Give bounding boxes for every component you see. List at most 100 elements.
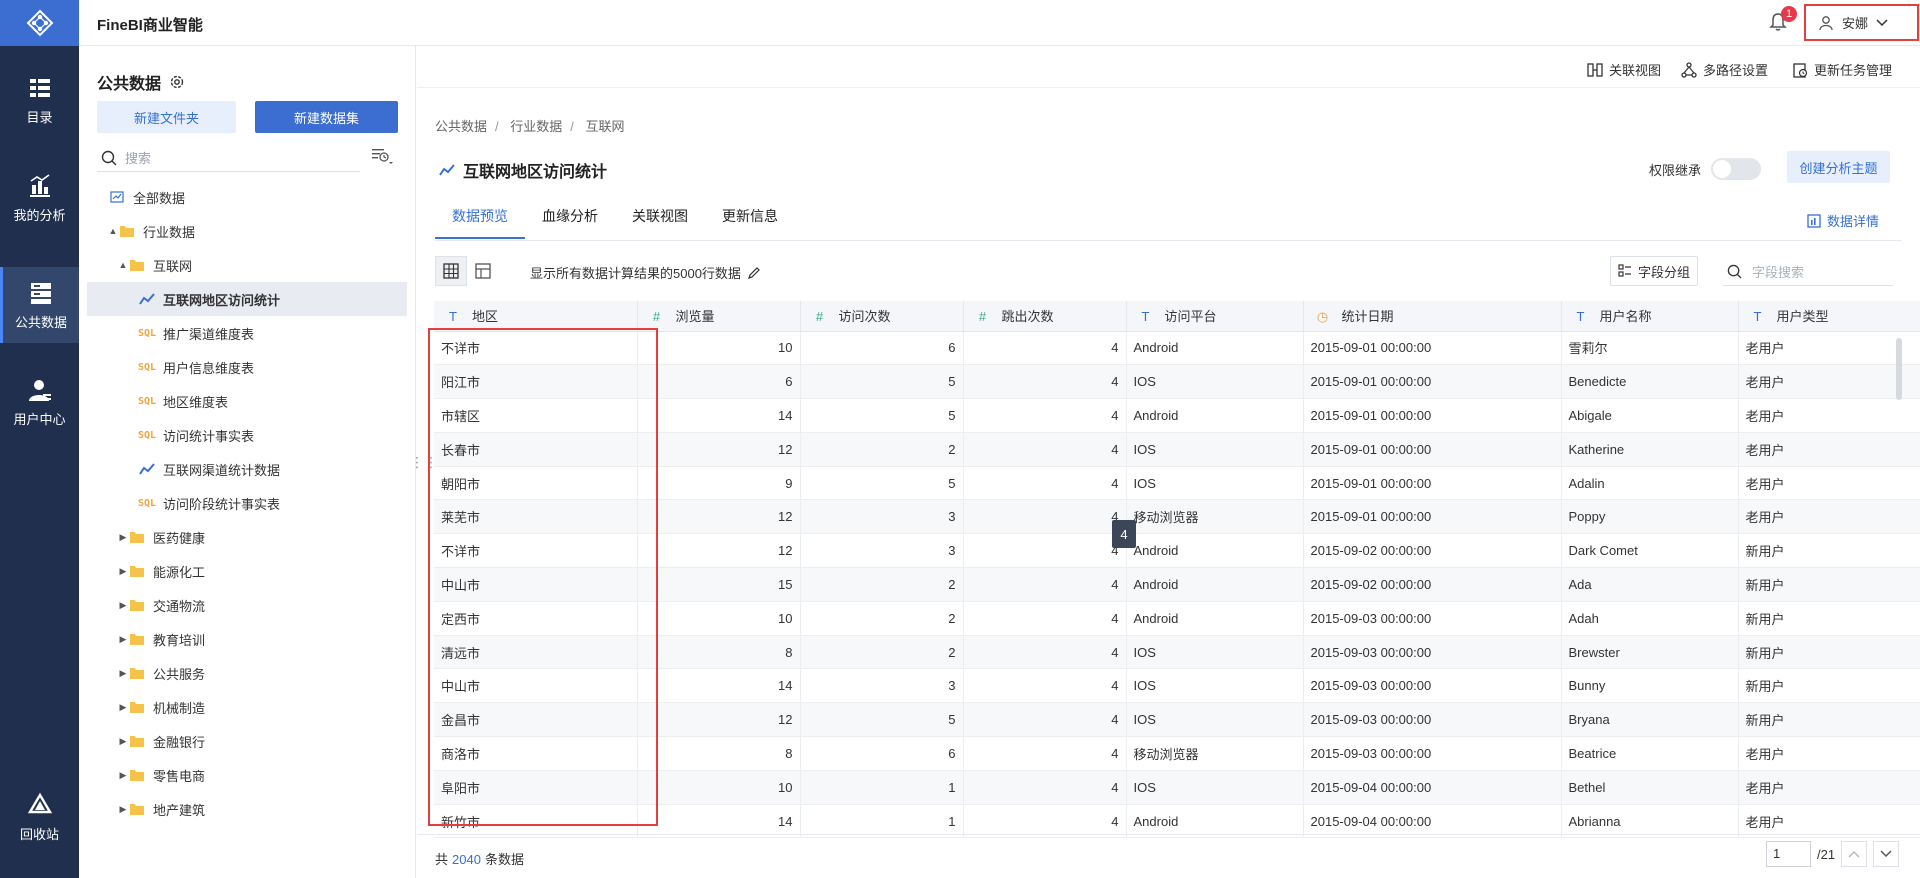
next-page-button[interactable]	[1873, 841, 1900, 867]
new-folder-button[interactable]: 新建文件夹	[97, 101, 236, 133]
table-cell[interactable]: 中山市	[434, 567, 638, 602]
table-cell[interactable]: 莱芜市	[434, 499, 638, 535]
permission-toggle[interactable]	[1711, 158, 1762, 180]
table-cell[interactable]: 2015-09-03 00:00:00	[1303, 668, 1562, 704]
table-cell[interactable]: 朝阳市	[434, 466, 638, 501]
table-row[interactable]: 中山市 15 2 4 Android 2015-09-02 00:00:00 Ada 新用户	[434, 567, 1920, 602]
notification-button[interactable]: 1	[1769, 6, 1797, 34]
table-cell[interactable]: Android	[1126, 601, 1304, 636]
table-cell[interactable]: Ada	[1561, 567, 1739, 602]
data-detail-button[interactable]: 数据详情	[1807, 211, 1879, 230]
prev-page-button[interactable]	[1841, 841, 1868, 867]
table-row[interactable]: 市辖区 14 5 4 Android 2015-09-01 00:00:00 Abigale…	[434, 398, 1920, 433]
tree-node[interactable]: ▶ 交通物流	[87, 588, 407, 622]
table-cell[interactable]: 金昌市	[434, 702, 638, 738]
table-cell[interactable]: 12	[637, 533, 801, 569]
table-cell[interactable]: 2015-09-03 00:00:00	[1303, 736, 1562, 771]
edit-icon[interactable]	[747, 266, 761, 280]
table-cell[interactable]: 4	[963, 804, 1127, 839]
table-cell[interactable]: Brewster	[1561, 635, 1739, 670]
caret-icon[interactable]: ▶	[117, 702, 129, 713]
caret-icon[interactable]: ▲	[117, 260, 129, 270]
table-cell[interactable]: 阜阳市	[434, 770, 638, 805]
table-cell[interactable]: IOS	[1126, 432, 1304, 467]
relation-view-button[interactable]: 关联视图	[1587, 60, 1661, 79]
table-row[interactable]: 朝阳市 9 5 4 IOS 2015-09-01 00:00:00 Adalin 老用户	[434, 466, 1920, 501]
tree-node[interactable]: SQL 地区维度表	[87, 384, 407, 418]
caret-icon[interactable]: ▲	[107, 226, 119, 236]
table-row[interactable]: 阳江市 6 5 4 IOS 2015-09-01 00:00:00 Benedicte 老用户	[434, 364, 1920, 400]
table-cell[interactable]: 5	[800, 364, 964, 400]
nav-item-user-center[interactable]: 用户中心	[0, 364, 79, 440]
user-menu[interactable]: 安娜	[1804, 4, 1919, 41]
table-cell[interactable]: IOS	[1126, 770, 1304, 805]
table-cell[interactable]: 老用户	[1738, 466, 1920, 501]
nav-item-recycle[interactable]: 回收站	[0, 779, 79, 855]
table-cell[interactable]: Adah	[1561, 601, 1739, 636]
table-cell[interactable]: 新用户	[1738, 702, 1920, 738]
nav-item-public-data[interactable]: 公共数据	[0, 267, 79, 343]
table-row[interactable]: 金昌市 12 5 4 IOS 2015-09-03 00:00:00 Bryana 新用户	[434, 702, 1920, 738]
table-cell[interactable]: 4	[963, 668, 1127, 704]
table-cell[interactable]: Android	[1126, 331, 1304, 366]
tree-node[interactable]: ▶ 机械制造	[87, 690, 407, 724]
table-cell[interactable]: 清远市	[434, 635, 638, 670]
tree-node[interactable]: ▶ 地产建筑	[87, 792, 407, 826]
column-header[interactable]: # 浏览量	[637, 301, 801, 332]
table-cell[interactable]: 2015-09-03 00:00:00	[1303, 635, 1562, 670]
table-cell[interactable]: 4	[963, 398, 1127, 433]
column-header[interactable]: ◷ 统计日期	[1303, 301, 1562, 332]
table-row[interactable]: 清远市 8 2 4 IOS 2015-09-03 00:00:00 Brewster 新用户	[434, 635, 1920, 670]
caret-icon[interactable]: ▶	[117, 600, 129, 611]
page-input[interactable]: 1	[1766, 841, 1811, 867]
tree-node[interactable]: ▶ 金融银行	[87, 724, 407, 758]
field-group-button[interactable]: 字段分组	[1610, 256, 1698, 286]
table-cell[interactable]: 2	[800, 635, 964, 670]
resize-handle-icon[interactable]: ⋮⋮	[410, 454, 438, 471]
table-row[interactable]: 阜阳市 10 1 4 IOS 2015-09-04 00:00:00 Bethel 老用户	[434, 770, 1920, 805]
tree-node[interactable]: SQL 推广渠道维度表	[87, 316, 407, 350]
table-cell[interactable]: 新用户	[1738, 601, 1920, 636]
table-cell[interactable]: 6	[800, 331, 964, 366]
tree-node[interactable]: 互联网渠道统计数据	[87, 452, 407, 486]
table-cell[interactable]: 10	[637, 770, 801, 805]
table-cell[interactable]: 4	[963, 567, 1127, 602]
table-cell[interactable]: Dark Comet	[1561, 533, 1739, 569]
create-theme-button[interactable]: 创建分析主题	[1787, 151, 1890, 183]
table-cell[interactable]: 2015-09-03 00:00:00	[1303, 702, 1562, 738]
column-header[interactable]: # 跳出次数	[963, 301, 1127, 332]
table-cell[interactable]: 新用户	[1738, 567, 1920, 602]
table-cell[interactable]: Abrianna	[1561, 804, 1739, 839]
table-cell[interactable]: 15	[637, 567, 801, 602]
table-cell[interactable]: 2015-09-01 00:00:00	[1303, 364, 1562, 400]
table-row[interactable]: 中山市 14 3 4 IOS 2015-09-03 00:00:00 Bunny 新用户	[434, 668, 1920, 704]
table-cell[interactable]: 新用户	[1738, 668, 1920, 704]
tree-node[interactable]: SQL 用户信息维度表	[87, 350, 407, 384]
update-tasks-button[interactable]: 更新任务管理	[1792, 60, 1892, 79]
table-cell[interactable]: 14	[637, 398, 801, 433]
table-cell[interactable]: Benedicte	[1561, 364, 1739, 400]
table-cell[interactable]: 4	[963, 331, 1127, 366]
table-cell[interactable]: Android	[1126, 533, 1304, 569]
breadcrumb-item[interactable]: 行业数据	[510, 119, 562, 134]
table-cell[interactable]: 4	[963, 736, 1127, 771]
table-cell[interactable]: 4	[963, 499, 1127, 535]
table-cell[interactable]: 2	[800, 432, 964, 467]
table-cell[interactable]: 4	[963, 635, 1127, 670]
table-cell[interactable]: 4	[963, 702, 1127, 738]
table-cell[interactable]: Abigale	[1561, 398, 1739, 433]
table-cell[interactable]: 5	[800, 466, 964, 501]
tree-node[interactable]: ▶ 教育培训	[87, 622, 407, 656]
tree-node[interactable]: ▶ 能源化工	[87, 554, 407, 588]
sidebar-search-input[interactable]: 搜索	[97, 144, 360, 172]
table-row[interactable]: 定西市 10 2 4 Android 2015-09-03 00:00:00 Adah 新用户	[434, 601, 1920, 636]
tree-node[interactable]: SQL 访问阶段统计事实表	[87, 486, 407, 520]
table-cell[interactable]: IOS	[1126, 702, 1304, 738]
filter-history-icon[interactable]	[371, 146, 393, 169]
table-cell[interactable]: 8	[637, 736, 801, 771]
table-cell[interactable]: Bethel	[1561, 770, 1739, 805]
table-cell[interactable]: 雪莉尔	[1561, 331, 1739, 366]
table-cell[interactable]: 不详市	[434, 533, 638, 569]
table-cell[interactable]: 不详市	[434, 331, 638, 366]
tree-node[interactable]: ▶ 公共服务	[87, 656, 407, 690]
